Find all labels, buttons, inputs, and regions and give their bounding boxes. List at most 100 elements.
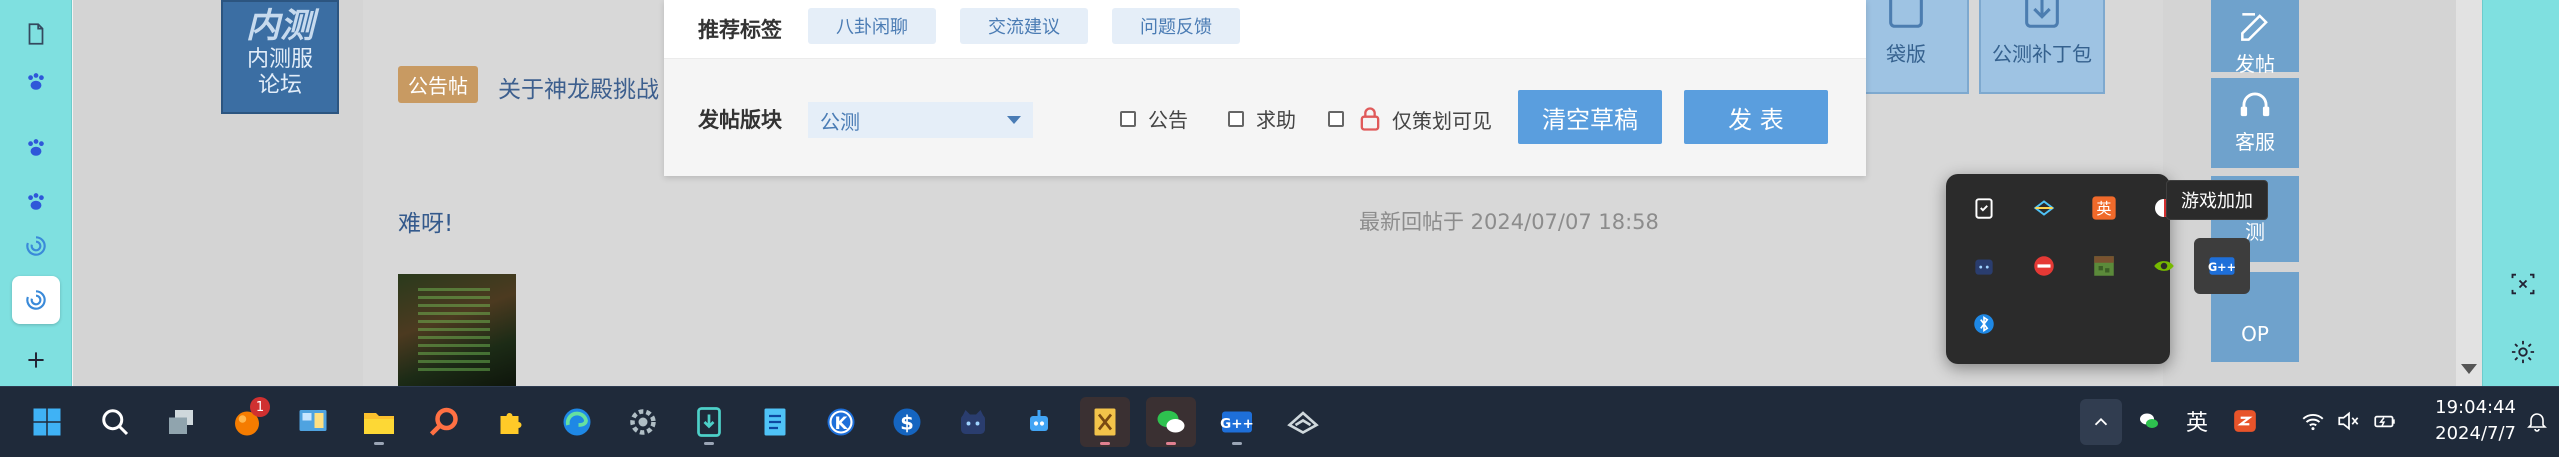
sidebar-add-button[interactable] xyxy=(16,340,56,380)
tray-overflow-button[interactable] xyxy=(2080,399,2122,445)
settings-gear-icon xyxy=(630,409,656,435)
side-button-patch[interactable]: 公测补丁包 xyxy=(1979,0,2105,94)
baidu-paw-icon xyxy=(28,193,44,210)
taskbar-app-search-tool[interactable] xyxy=(420,397,470,447)
notification-bell-icon[interactable] xyxy=(2520,403,2554,439)
taskbar: 1 K $ G++ 英 19:04:44 2024/7/7 xyxy=(0,386,2559,457)
search-icon xyxy=(102,409,129,436)
board-select[interactable]: 公测 xyxy=(808,102,1033,138)
planner-only-checkbox[interactable]: 仅策划可见 xyxy=(1328,104,1492,134)
taskbar-app-orange[interactable]: 1 xyxy=(222,397,272,447)
task-view-button[interactable] xyxy=(156,397,206,447)
taskbar-app-bird[interactable] xyxy=(1278,397,1328,447)
wifi-icon[interactable] xyxy=(2296,403,2330,439)
search-button[interactable] xyxy=(90,397,140,447)
thread-thumbnail[interactable] xyxy=(398,274,516,386)
taskbar-app-control-panel[interactable] xyxy=(288,397,338,447)
ime-ying-icon[interactable]: 英 xyxy=(2084,188,2124,228)
svg-text:K: K xyxy=(835,414,849,433)
gplus-icon: G++ xyxy=(1220,411,1254,433)
battery-icon[interactable] xyxy=(2368,403,2402,439)
sidebar-document-icon[interactable] xyxy=(16,14,56,54)
taskbar-app-gplus[interactable]: G++ xyxy=(1212,397,1262,447)
help-checkbox[interactable]: 求助 xyxy=(1228,104,1296,133)
taskbar-app-wechat[interactable] xyxy=(1146,397,1196,447)
logo-line2: 论坛 xyxy=(257,73,302,98)
tool-label: 客服 xyxy=(2235,130,2275,154)
magnifier-app-icon xyxy=(429,407,458,436)
edit-icon xyxy=(2241,13,2268,41)
cat-face-icon xyxy=(961,410,985,434)
notice-checkbox[interactable]: 公告 xyxy=(1120,104,1188,133)
taskbar-app-download[interactable] xyxy=(684,397,734,447)
bluetooth-icon[interactable] xyxy=(1964,304,2004,344)
page-scrollbar[interactable] xyxy=(2456,0,2482,386)
taskbar-app-notepad[interactable] xyxy=(750,397,800,447)
edge-icon xyxy=(563,408,591,436)
taskbar-app-dollar[interactable]: $ xyxy=(882,397,932,447)
k-app-icon: K xyxy=(827,408,855,436)
sidebar-paw-icon[interactable] xyxy=(16,62,56,102)
swirl-icon xyxy=(26,290,46,310)
checkbox-box[interactable] xyxy=(1228,110,1244,127)
red-stop-icon[interactable] xyxy=(2024,246,2064,286)
sidebar-swirl-icon[interactable] xyxy=(16,226,56,266)
logo-title: 内测 xyxy=(246,6,314,46)
lock-icon xyxy=(1360,107,1380,131)
taskbar-app-k[interactable]: K xyxy=(816,397,866,447)
plus-icon xyxy=(28,352,44,368)
tray-app-icon[interactable] xyxy=(2228,403,2262,439)
notice-badge: 公告帖 xyxy=(398,66,478,103)
tray-tooltip: 游戏加加 xyxy=(2166,180,2268,220)
tray-overflow-popup: 英 xyxy=(1946,174,2174,364)
feather-icon[interactable] xyxy=(2024,188,2064,228)
nvidia-icon[interactable] xyxy=(2144,246,2184,286)
robot-icon xyxy=(1030,410,1048,431)
cat-icon[interactable] xyxy=(1964,246,2004,286)
clipboard-icon[interactable] xyxy=(1964,188,2004,228)
board-label: 发帖版块 xyxy=(698,108,782,132)
tag-gossip[interactable]: 八卦闲聊 xyxy=(808,8,936,44)
baidu-paw-icon xyxy=(28,73,44,90)
game-card-icon xyxy=(1094,408,1116,436)
start-button[interactable] xyxy=(22,397,72,447)
scroll-down-arrow-icon[interactable] xyxy=(2461,364,2477,374)
service-tool-button[interactable]: 客服 xyxy=(2211,78,2299,168)
download-icon xyxy=(2025,0,2059,28)
sidebar-paw-icon-3[interactable] xyxy=(16,182,56,222)
taskbar-app-edge[interactable] xyxy=(552,397,602,447)
thread-title-link[interactable]: 难呀! xyxy=(398,204,453,238)
taskbar-app-explorer[interactable] xyxy=(354,397,404,447)
gplus-icon[interactable]: G++ xyxy=(2194,238,2250,294)
headset-icon xyxy=(2240,92,2270,117)
notice-title-link[interactable]: 关于神龙殿挑战 xyxy=(498,70,659,104)
settings-button[interactable] xyxy=(2505,334,2541,370)
sidebar-paw-icon-2[interactable] xyxy=(16,128,56,168)
volume-muted-icon[interactable] xyxy=(2332,403,2366,439)
tags-label: 推荐标签 xyxy=(698,18,782,42)
tag-suggestion[interactable]: 交流建议 xyxy=(960,8,1088,44)
tag-feedback[interactable]: 问题反馈 xyxy=(1112,8,1240,44)
publish-button[interactable]: 发 表 xyxy=(1684,90,1828,144)
taskbar-app-robot[interactable] xyxy=(1014,397,1064,447)
checkbox-box[interactable] xyxy=(1120,110,1136,127)
taskbar-app-settings[interactable] xyxy=(618,397,668,447)
tray-wechat-icon[interactable] xyxy=(2132,403,2166,439)
screenshot-button[interactable] xyxy=(2505,266,2541,302)
taskbar-clock[interactable]: 19:04:44 2024/7/7 xyxy=(2406,395,2516,447)
windows-icon xyxy=(33,408,61,436)
tray-ime-label[interactable]: 英 xyxy=(2180,403,2214,439)
taskbar-app-cat[interactable] xyxy=(948,397,998,447)
beta-forum-logo[interactable]: 内测 内测服 论坛 xyxy=(221,0,339,114)
post-tool-button[interactable]: 发帖 xyxy=(2211,0,2299,76)
taskbar-app-game[interactable] xyxy=(1080,397,1130,447)
clear-draft-button[interactable]: 清空草稿 xyxy=(1518,90,1662,144)
wechat-icon xyxy=(1157,410,1185,433)
checkbox-box[interactable] xyxy=(1328,111,1344,127)
bird-icon xyxy=(1287,411,1319,435)
screenshot-icon xyxy=(2511,273,2535,295)
taskbar-app-puzzle[interactable] xyxy=(486,397,536,447)
sidebar-swirl-icon-active[interactable] xyxy=(12,276,60,324)
checkbox-label: 求助 xyxy=(1256,108,1296,132)
minecraft-icon[interactable] xyxy=(2084,246,2124,286)
